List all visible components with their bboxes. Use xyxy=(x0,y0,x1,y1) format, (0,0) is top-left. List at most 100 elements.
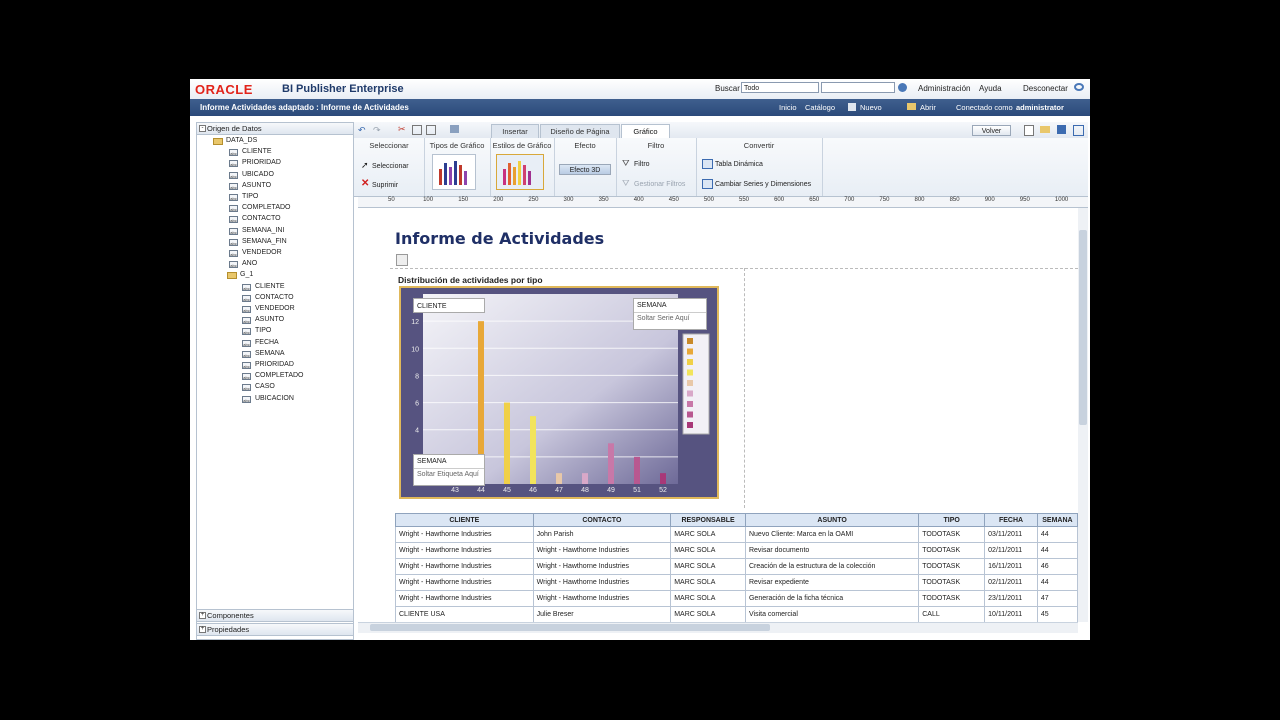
open-folder-icon[interactable] xyxy=(1040,126,1050,133)
label-field: SEMANA xyxy=(414,455,484,469)
suprimir-button[interactable]: Suprimir xyxy=(372,182,398,189)
tree-field[interactable]: SEMANA_INI xyxy=(242,227,284,234)
grid-icon[interactable] xyxy=(450,125,459,133)
user-menu[interactable]: administrator xyxy=(1016,103,1064,112)
tree-field[interactable]: ASUNTO xyxy=(242,182,271,189)
tree-field[interactable]: CASO xyxy=(255,383,275,390)
inicio-link[interactable]: Inicio xyxy=(779,103,797,112)
chart-bar[interactable] xyxy=(608,443,614,484)
tree-node-data-ds[interactable]: DATA_DS xyxy=(226,137,257,144)
drop-zone-cliente[interactable]: CLIENTE xyxy=(413,298,485,313)
table-row[interactable]: Wright - Hawthorne Industries John Parish… xyxy=(395,526,1078,543)
ruler-tick-label: 350 xyxy=(598,197,609,203)
tree-field[interactable]: CONTACTO xyxy=(255,294,294,301)
paste-icon[interactable] xyxy=(426,125,436,135)
table-cell: TODOTASK xyxy=(918,542,986,559)
tree-field[interactable]: CLIENTE xyxy=(255,283,285,290)
tree-field[interactable]: COMPLETADO xyxy=(255,372,304,379)
expand-icon[interactable]: + xyxy=(199,626,206,633)
tree-node-group[interactable]: G_1 xyxy=(240,271,253,278)
ayuda-menu[interactable]: Ayuda xyxy=(979,84,1002,93)
administracion-link[interactable]: Administración xyxy=(918,84,970,93)
table-row[interactable]: Wright - Hawthorne Industries Wright - Ha… xyxy=(395,590,1078,607)
tree-field[interactable]: PRIORIDAD xyxy=(242,159,281,166)
field-type-icon: abc xyxy=(229,171,238,179)
tab-grafico[interactable]: Gráfico xyxy=(621,124,670,138)
horizontal-scrollbar[interactable] xyxy=(358,622,1078,633)
x-tick-label: 51 xyxy=(633,487,641,494)
abrir-menu[interactable]: Abrir xyxy=(920,103,936,112)
tab-diseno-pagina[interactable]: Diseño de Página xyxy=(540,124,620,138)
chart-bar[interactable] xyxy=(556,473,562,484)
tree-field[interactable]: UBICADO xyxy=(242,171,274,178)
layout-grid-icon[interactable] xyxy=(396,254,408,266)
catalogo-link[interactable]: Catálogo xyxy=(805,103,835,112)
search-scope-select[interactable]: Todo xyxy=(741,82,819,93)
column-header[interactable]: TIPO xyxy=(918,513,986,527)
filtro-button[interactable]: Filtro xyxy=(634,161,650,168)
table-row[interactable]: Wright - Hawthorne Industries Wright - Ha… xyxy=(395,558,1078,575)
drop-zone-label[interactable]: SEMANA Soltar Etiqueta Aquí xyxy=(413,454,485,486)
desconectar-link[interactable]: Desconectar xyxy=(1023,84,1068,93)
seleccionar-button[interactable]: Seleccionar xyxy=(372,163,409,170)
column-header[interactable]: CONTACTO xyxy=(532,513,672,527)
save-as-icon[interactable] xyxy=(1073,125,1084,136)
column-header[interactable]: SEMANA xyxy=(1036,513,1078,527)
bar-chart-type-icon[interactable] xyxy=(432,154,476,190)
cut-icon[interactable]: ✂ xyxy=(398,124,406,135)
tree-field[interactable]: ANO xyxy=(242,260,257,267)
tree-field[interactable]: CONTACTO xyxy=(242,215,281,222)
gestionar-filtros-button[interactable]: Gestionar Filtros xyxy=(634,181,685,188)
tabla-dinamica-button[interactable]: Tabla Dinámica xyxy=(715,161,763,168)
vertical-scroll-thumb[interactable] xyxy=(1079,230,1087,425)
chart-bar[interactable] xyxy=(660,473,666,484)
column-header[interactable]: RESPONSABLE xyxy=(670,513,746,527)
chart-container[interactable]: 24681012 434445464748495152 CLIENTE SEMA… xyxy=(399,286,719,499)
tree-field[interactable]: UBICACION xyxy=(255,395,294,402)
chart-bar[interactable] xyxy=(634,456,640,484)
new-doc-icon[interactable] xyxy=(1024,125,1034,136)
tree-field[interactable]: FECHA xyxy=(255,339,279,346)
save-icon[interactable] xyxy=(1057,125,1066,134)
tree-field[interactable]: CLIENTE xyxy=(242,148,272,155)
table-row[interactable]: Wright - Hawthorne Industries Wright - Ha… xyxy=(395,542,1078,559)
column-header[interactable]: CLIENTE xyxy=(395,513,534,527)
efecto-3d-button[interactable]: Efecto 3D xyxy=(559,164,611,175)
tree-field[interactable]: ASUNTO xyxy=(255,316,284,323)
tab-insertar[interactable]: Insertar xyxy=(491,124,539,138)
nuevo-menu[interactable]: Nuevo xyxy=(860,103,882,112)
tree-field[interactable]: VENDEDOR xyxy=(242,249,282,256)
help-globe-icon[interactable] xyxy=(1074,83,1084,91)
tree-field[interactable]: VENDEDOR xyxy=(255,305,295,312)
chart-style-icon[interactable] xyxy=(496,154,544,190)
tree-field[interactable]: PRIORIDAD xyxy=(255,361,294,368)
chart-bar[interactable] xyxy=(530,416,536,484)
tree-field[interactable]: SEMANA xyxy=(255,350,285,357)
componentes-header[interactable]: + Componentes xyxy=(197,609,353,622)
table-row[interactable]: CLIENTE USA Julie Breser MARC SOLA Visita c… xyxy=(395,606,1078,622)
chart-bar[interactable] xyxy=(504,402,510,484)
data-source-header[interactable]: - Origen de Datos xyxy=(197,123,353,135)
drop-zone-series[interactable]: SEMANA Soltar Serie Aquí xyxy=(633,298,707,330)
collapse-icon[interactable]: - xyxy=(199,125,206,132)
propiedades-header[interactable]: + Propiedades xyxy=(197,623,353,636)
tree-field[interactable]: SEMANA_FIN xyxy=(242,238,287,245)
tree-field[interactable]: COMPLETADO xyxy=(242,204,291,211)
search-input[interactable] xyxy=(821,82,895,93)
column-header[interactable]: FECHA xyxy=(984,513,1038,527)
expand-icon[interactable]: + xyxy=(199,612,206,619)
search-go-icon[interactable] xyxy=(898,83,907,92)
vertical-scrollbar[interactable] xyxy=(1078,208,1088,622)
tree-field[interactable]: TIPO xyxy=(255,327,271,334)
table-row[interactable]: Wright - Hawthorne Industries Wright - Ha… xyxy=(395,574,1078,591)
column-header[interactable]: ASUNTO xyxy=(744,513,920,527)
redo-icon[interactable]: ↷ xyxy=(373,125,383,135)
legend-swatch xyxy=(687,411,693,418)
cambiar-series-button[interactable]: Cambiar Series y Dimensiones xyxy=(715,181,811,188)
undo-icon[interactable]: ↶ xyxy=(358,125,368,135)
volver-button[interactable]: Volver xyxy=(972,125,1011,136)
tree-field[interactable]: TIPO xyxy=(242,193,258,200)
horizontal-scroll-thumb[interactable] xyxy=(370,624,770,631)
chart-bar[interactable] xyxy=(582,473,588,484)
copy-icon[interactable] xyxy=(412,125,422,135)
